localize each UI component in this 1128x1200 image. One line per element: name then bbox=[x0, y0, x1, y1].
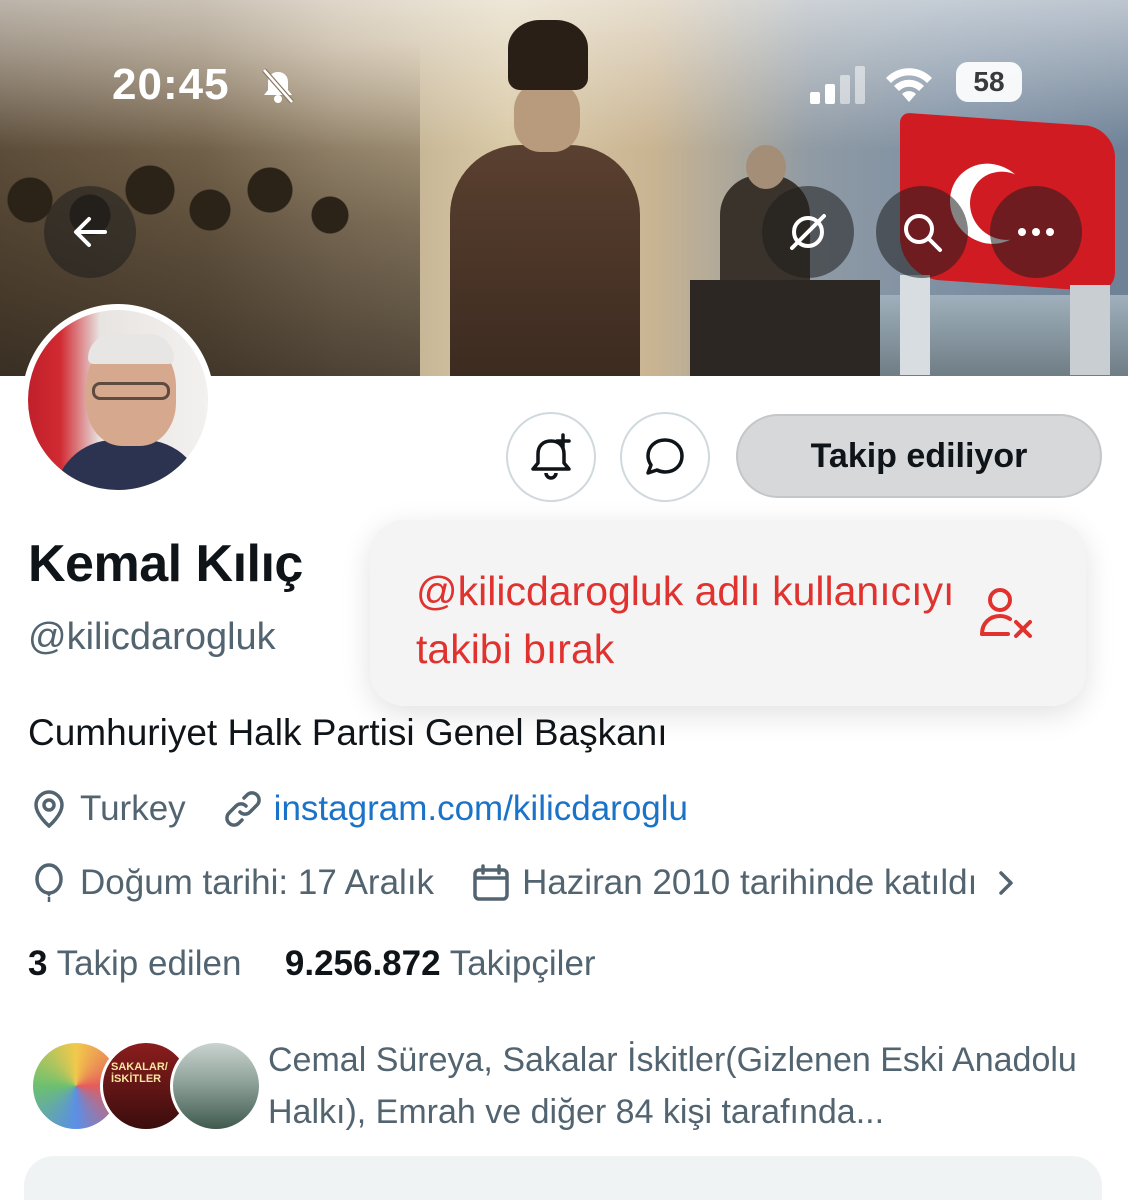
avatar-photo bbox=[28, 310, 208, 490]
bell-plus-icon bbox=[531, 433, 571, 480]
banner-city-image bbox=[880, 275, 1128, 376]
battery-icon: 58 bbox=[956, 62, 1022, 102]
unfollow-popup[interactable]: @kilicdarogluk adlı kullanıcıyı takibi b… bbox=[370, 520, 1086, 706]
back-button[interactable] bbox=[44, 186, 136, 278]
balloon-icon bbox=[35, 863, 63, 902]
profile-handle: @kilicdarogluk bbox=[28, 616, 276, 658]
notifications-button[interactable] bbox=[506, 412, 596, 502]
profile-bio: Cumhuriyet Halk Partisi Genel Başkanı bbox=[28, 712, 668, 753]
grok-button[interactable] bbox=[762, 186, 854, 278]
wifi-icon bbox=[886, 68, 932, 102]
following-label: Takip edilen bbox=[56, 944, 242, 983]
bottom-card bbox=[24, 1156, 1102, 1200]
search-icon bbox=[904, 214, 942, 252]
calendar-icon bbox=[473, 864, 509, 901]
avatar[interactable] bbox=[22, 304, 214, 496]
profile-meta-row-2: Doğum tarihi: 17 Aralık Haziran 2010 tar… bbox=[28, 862, 1021, 904]
birthday-text: Doğum tarihi: 17 Aralık bbox=[80, 863, 435, 902]
signal-icon bbox=[810, 66, 865, 104]
display-name: Kemal Kılıç bbox=[28, 535, 303, 593]
back-arrow-icon bbox=[74, 217, 107, 247]
mutual-followers-avatars[interactable]: SAKALAR/İSKİTLER bbox=[30, 1040, 262, 1136]
status-time: 20:45 bbox=[112, 60, 230, 109]
unfollow-option[interactable]: @kilicdarogluk adlı kullanıcıyı takibi b… bbox=[416, 562, 976, 678]
banner-podium bbox=[690, 280, 880, 376]
message-button[interactable] bbox=[620, 412, 710, 502]
message-icon bbox=[646, 438, 684, 475]
website-link[interactable]: instagram.com/kilicdaroglu bbox=[274, 789, 688, 829]
followers-count: 9.256.872 bbox=[284, 944, 441, 983]
joined-text: Haziran 2010 tarihinde katıldı bbox=[522, 863, 978, 902]
location-text: Turkey bbox=[80, 789, 186, 828]
grok-icon bbox=[790, 214, 826, 250]
followers-link[interactable]: 9.256.872 Takipçiler bbox=[285, 944, 596, 983]
follow-counts: 3 Takip edilen 9.256.872 Takipçiler bbox=[28, 944, 596, 984]
search-button[interactable] bbox=[876, 186, 968, 278]
link-icon bbox=[224, 791, 261, 827]
following-link[interactable]: 3 Takip edilen bbox=[28, 944, 241, 983]
following-count: 3 bbox=[28, 944, 48, 983]
mutual-avatar bbox=[170, 1040, 262, 1132]
chevron-right-icon[interactable] bbox=[991, 868, 1021, 898]
following-button[interactable]: Takip ediliyor bbox=[736, 414, 1102, 498]
bell-slash-icon bbox=[262, 68, 294, 104]
more-button[interactable] bbox=[990, 186, 1082, 278]
more-icon bbox=[1018, 228, 1054, 236]
user-remove-icon bbox=[980, 588, 1032, 638]
mutual-followers-text[interactable]: Cemal Süreya, Sakalar İskitler(Gizlenen … bbox=[268, 1034, 1108, 1138]
banner-central-figure bbox=[450, 20, 640, 376]
profile-meta-row-1: Turkey instagram.com/kilicdaroglu bbox=[28, 788, 688, 830]
location-pin-icon bbox=[34, 790, 64, 829]
followers-label: Takipçiler bbox=[449, 944, 596, 983]
